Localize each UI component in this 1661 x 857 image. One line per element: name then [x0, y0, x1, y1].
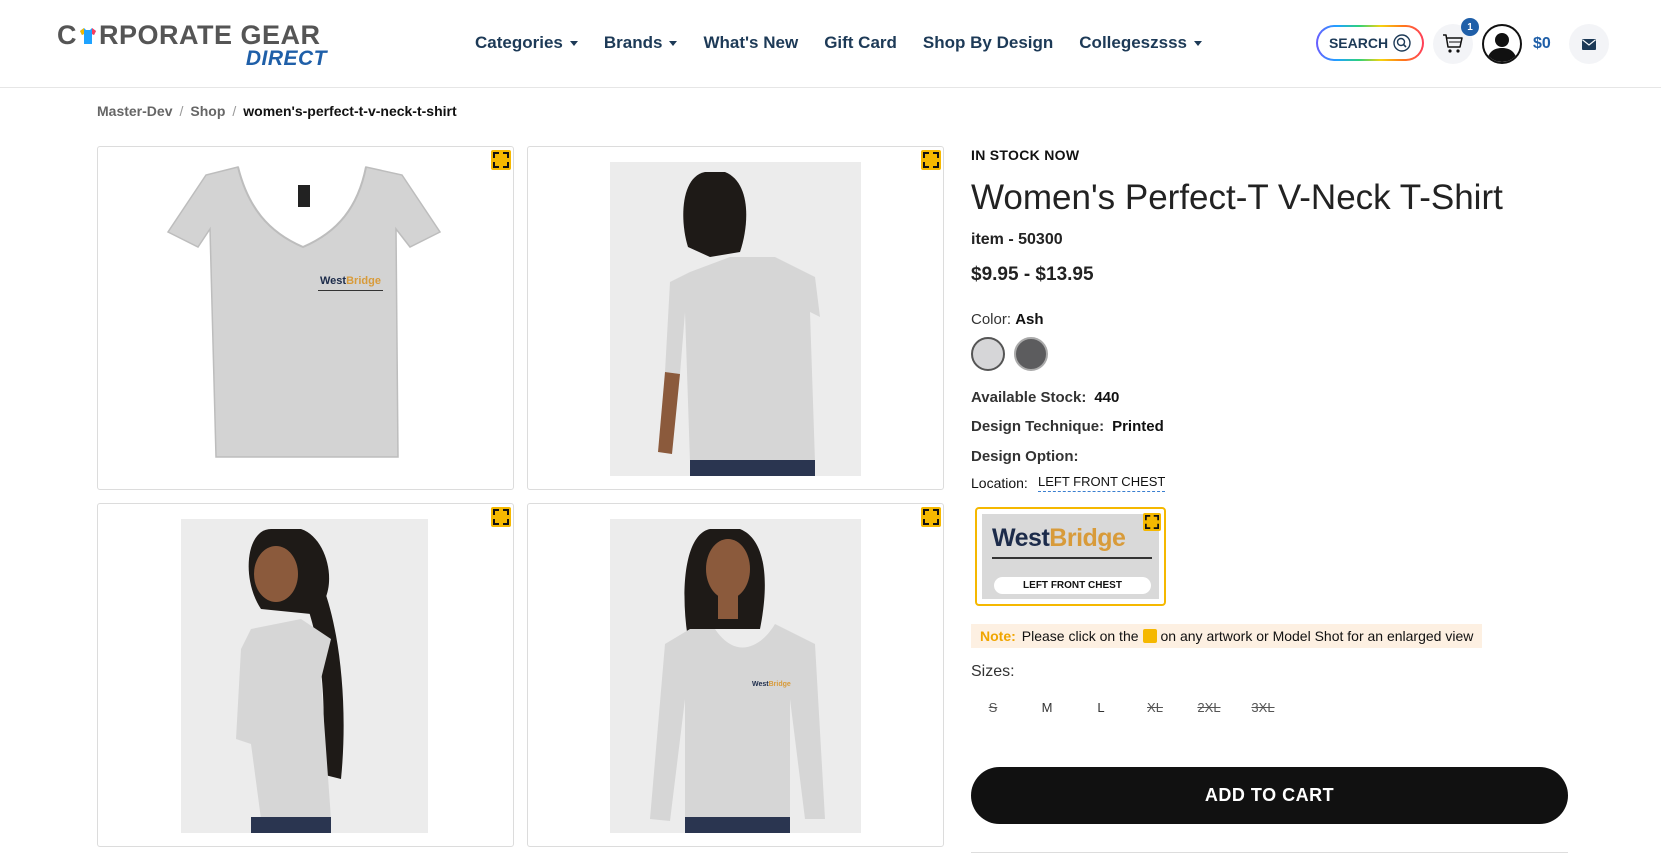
- stock-heading: IN STOCK NOW: [971, 147, 1080, 163]
- note-label: Note:: [980, 628, 1016, 644]
- expand-icon[interactable]: [491, 507, 511, 527]
- design-logo-text: WestBridge: [992, 524, 1126, 552]
- color-swatch-charcoal[interactable]: [1014, 337, 1048, 371]
- expand-icon[interactable]: [921, 507, 941, 527]
- breadcrumb-current: women's-perfect-t-v-neck-t-shirt: [243, 103, 457, 119]
- breadcrumb-separator: /: [179, 103, 184, 119]
- expand-icon[interactable]: [1143, 513, 1161, 531]
- caret-down-icon: [569, 40, 578, 46]
- size-option-s[interactable]: S: [973, 700, 1013, 715]
- design-artwork-card[interactable]: WestBridge LEFT FRONT CHEST: [975, 507, 1166, 606]
- caret-down-icon: [1194, 40, 1203, 46]
- tshirt-logo-icon: [80, 28, 96, 44]
- expand-icon[interactable]: [921, 150, 941, 170]
- location-label: Location:: [971, 475, 1028, 491]
- shirt-print-underline: [318, 290, 383, 291]
- breadcrumb-separator: /: [232, 103, 237, 119]
- site-logo[interactable]: C RPORATE GEAR DIRECT: [57, 20, 327, 70]
- nav-gift-card[interactable]: Gift Card: [824, 33, 897, 53]
- gallery-image-side-model[interactable]: [97, 503, 514, 847]
- size-option-2xl[interactable]: 2XL: [1189, 700, 1229, 715]
- nav-colleges[interactable]: Collegeszsss: [1079, 33, 1203, 53]
- model-photo-front: [610, 519, 861, 833]
- design-logo-underline: [992, 557, 1152, 559]
- cart-total: $0: [1533, 35, 1551, 52]
- design-option-label: Design Option:: [971, 448, 1079, 465]
- user-icon: [1487, 33, 1517, 62]
- model-photo-side: [181, 519, 428, 833]
- add-to-cart-button[interactable]: ADD TO CART: [971, 767, 1568, 824]
- shirt-print-logo: WestBridge: [320, 275, 381, 287]
- gallery-image-front-model[interactable]: WestBridge: [527, 503, 944, 847]
- color-swatch-ash[interactable]: [971, 337, 1005, 371]
- model-photo-back: [610, 162, 861, 476]
- divider: [971, 852, 1568, 853]
- search-button[interactable]: SEARCH: [1316, 25, 1424, 61]
- size-option-m[interactable]: M: [1027, 700, 1067, 715]
- site-header: C RPORATE GEAR DIRECT Categories Brands …: [0, 0, 1661, 88]
- design-location-tag: LEFT FRONT CHEST: [994, 577, 1151, 594]
- logo-tagline: DIRECT: [245, 47, 327, 70]
- nav-categories[interactable]: Categories: [475, 33, 578, 53]
- nav-whats-new[interactable]: What's New: [703, 33, 798, 53]
- note-text: Please click on the: [1021, 628, 1139, 644]
- enlarge-note: Note: Please click on the on any artwork…: [971, 624, 1483, 648]
- expand-icon: [1142, 629, 1157, 643]
- account-avatar[interactable]: [1482, 24, 1522, 64]
- product-sku: item - 50300: [971, 231, 1063, 248]
- caret-down-icon: [669, 40, 678, 46]
- nav-brands[interactable]: Brands: [604, 33, 678, 53]
- size-option-xl[interactable]: XL: [1135, 700, 1175, 715]
- nav-shop-by-design[interactable]: Shop By Design: [923, 33, 1053, 53]
- cart-count-badge: 1: [1461, 18, 1479, 36]
- location-select[interactable]: LEFT FRONT CHEST: [1038, 474, 1166, 492]
- design-artwork-preview: WestBridge LEFT FRONT CHEST: [982, 514, 1159, 599]
- cart-icon: [1443, 34, 1463, 53]
- shirt-print-logo: WestBridge: [752, 681, 791, 688]
- note-text: on any artwork or Model Shot for an enla…: [1160, 628, 1474, 644]
- size-option-3xl[interactable]: 3XL: [1243, 700, 1283, 715]
- breadcrumb: Master-Dev / Shop / women's-perfect-t-v-…: [97, 103, 457, 119]
- product-price: $9.95 - $13.95: [971, 264, 1094, 285]
- color-label: Color: Ash: [971, 311, 1044, 328]
- expand-icon[interactable]: [491, 150, 511, 170]
- product-title: Women's Perfect-T V-Neck T-Shirt: [971, 178, 1503, 217]
- breadcrumb-shop[interactable]: Shop: [190, 103, 225, 119]
- envelope-icon: [1582, 38, 1596, 50]
- size-option-l[interactable]: L: [1081, 700, 1121, 715]
- contact-button[interactable]: [1569, 24, 1609, 64]
- design-technique: Design Technique: Printed: [971, 418, 1164, 435]
- search-icon: [1393, 34, 1411, 52]
- available-stock: Available Stock: 440: [971, 389, 1120, 406]
- gallery-image-front-flat[interactable]: WestBridge: [97, 146, 514, 490]
- tshirt-front-image: [166, 166, 442, 458]
- gallery-image-back-model[interactable]: [527, 146, 944, 490]
- sizes-label: Sizes:: [971, 663, 1015, 680]
- breadcrumb-root[interactable]: Master-Dev: [97, 103, 172, 119]
- main-nav: Categories Brands What's New Gift Card S…: [475, 30, 1228, 56]
- search-label: SEARCH: [1328, 35, 1389, 51]
